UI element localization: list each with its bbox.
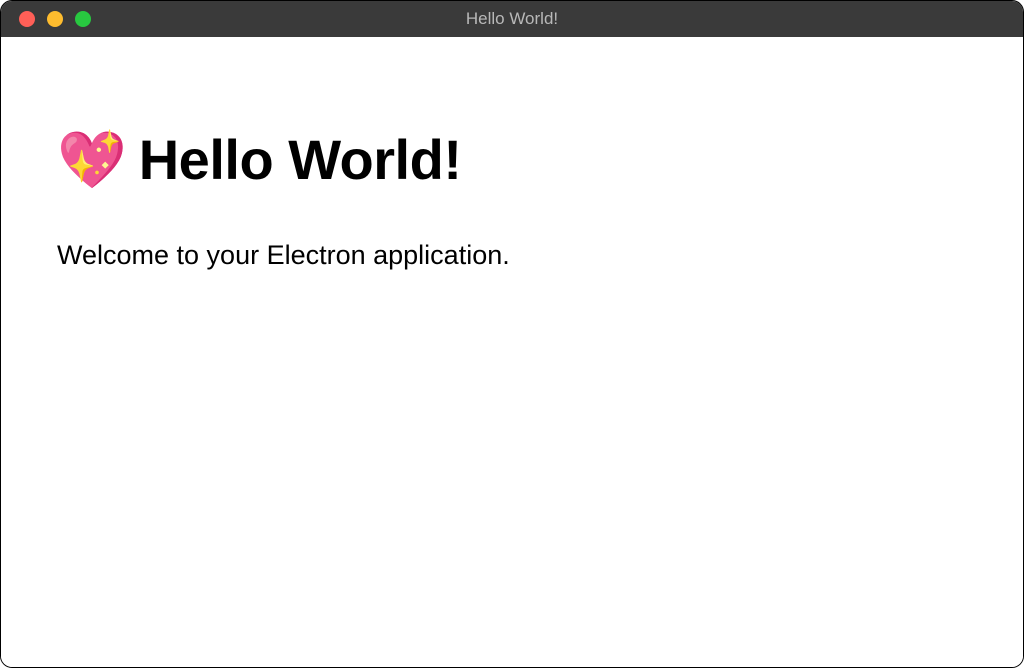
titlebar: Hello World!	[1, 1, 1023, 37]
application-window: Hello World! 💖 Hello World! Welcome to y…	[0, 0, 1024, 668]
content-area: 💖 Hello World! Welcome to your Electron …	[1, 37, 1023, 667]
welcome-text: Welcome to your Electron application.	[57, 240, 967, 271]
traffic-lights	[1, 11, 91, 27]
heading-row: 💖 Hello World!	[57, 127, 967, 192]
page-heading: Hello World!	[139, 127, 462, 192]
close-button[interactable]	[19, 11, 35, 27]
minimize-button[interactable]	[47, 11, 63, 27]
sparkling-heart-icon: 💖	[57, 132, 127, 188]
maximize-button[interactable]	[75, 11, 91, 27]
window-title: Hello World!	[1, 9, 1023, 29]
